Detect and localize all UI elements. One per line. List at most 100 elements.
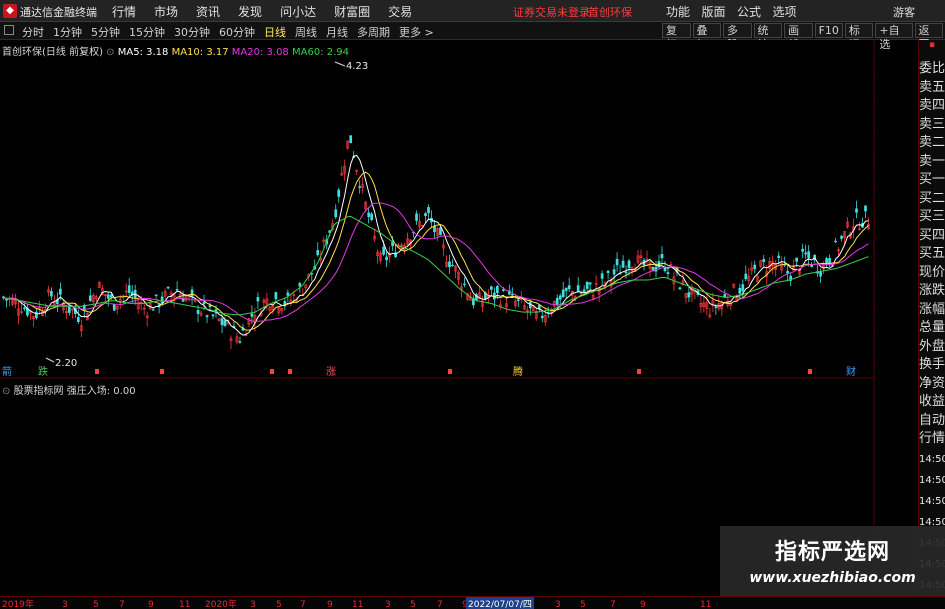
candle-body <box>510 293 514 296</box>
menu-item-market[interactable]: 市场 <box>154 3 178 20</box>
menu-item-discover[interactable]: 发现 <box>238 3 262 20</box>
signal-marker: 腾 <box>513 365 523 378</box>
candle-body <box>558 295 562 300</box>
tab-15min[interactable]: 15分钟 <box>129 24 165 40</box>
side-tab-item[interactable]: 买四 <box>919 227 945 246</box>
side-tab-item[interactable]: 行情 <box>919 430 945 449</box>
tab-multi-period[interactable]: 多周期 <box>357 24 390 40</box>
tab-timeshare[interactable]: 分时 <box>22 24 44 40</box>
overlay-button[interactable]: 叠加 <box>692 23 722 51</box>
candlestick-series <box>2 135 870 350</box>
guest-label[interactable]: 游客 <box>893 4 915 20</box>
candle-body <box>777 255 781 258</box>
side-tab-item[interactable]: 14:50 <box>919 449 945 470</box>
time-axis-label: 11 <box>700 600 711 609</box>
candle-body <box>211 314 215 317</box>
menu-item-trade[interactable]: 交易 <box>388 3 412 20</box>
ma-lines <box>3 154 869 336</box>
candle-body <box>334 209 338 218</box>
candle-body <box>582 289 586 293</box>
candle-body <box>561 289 565 298</box>
candle-body <box>801 248 805 252</box>
candle-body <box>576 285 580 292</box>
side-tab-item[interactable]: 14:50 <box>919 491 945 512</box>
side-tab-item[interactable]: 买一 <box>919 171 945 190</box>
multi-stock-button[interactable]: 多股 <box>723 23 752 51</box>
side-tab-item[interactable]: 委比 <box>919 60 945 79</box>
side-tab-item[interactable]: 买五 <box>919 245 945 264</box>
kline-chart[interactable]: 4.204.003.803.603.403.203.002.802.602.40… <box>0 40 875 596</box>
candle-body <box>439 227 442 236</box>
rights-adjust-button[interactable]: 复权 <box>662 23 691 51</box>
settings-icon[interactable]: ⊙ <box>106 47 118 58</box>
side-tab-item[interactable]: 卖三 <box>919 116 945 135</box>
menu-item-layout[interactable]: 版面 <box>702 5 726 19</box>
side-tab-item[interactable]: 卖四 <box>919 97 945 116</box>
menu-item-wealth[interactable]: 财富圈 <box>334 3 370 20</box>
candle-body <box>588 282 592 285</box>
time-axis-label: 3 <box>62 600 68 609</box>
time-axis[interactable]: 2019年 3 5 7 9 11 2020年 3 5 7 9 11 3 5 7 9 11 2022/07/07/四… <box>0 596 945 609</box>
panel-corner-badge: ▪ <box>928 40 936 50</box>
candle-body <box>76 317 80 323</box>
menu-item-quotes[interactable]: 行情 <box>112 3 136 20</box>
side-tab-item[interactable]: 买三 <box>919 208 945 227</box>
add-watchlist-button[interactable]: +自选 <box>875 23 913 51</box>
menu-item-news[interactable]: 资讯 <box>196 3 220 20</box>
candle-body <box>496 286 499 293</box>
tab-1min[interactable]: 1分钟 <box>53 24 82 40</box>
time-axis-label: 5 <box>93 600 99 609</box>
side-tab-item[interactable]: 卖一 <box>919 153 945 172</box>
side-tab-item[interactable]: 买二 <box>919 190 945 209</box>
tab-5min[interactable]: 5分钟 <box>91 24 120 40</box>
tab-weekly[interactable]: 周线 <box>295 24 317 40</box>
tab-30min[interactable]: 30分钟 <box>174 24 210 40</box>
side-tab-item[interactable]: 换手 <box>919 356 945 375</box>
time-axis-label: 5 <box>276 600 282 609</box>
tab-60min[interactable]: 60分钟 <box>219 24 255 40</box>
candle-body <box>678 287 682 290</box>
candle-body <box>238 341 242 343</box>
quote-side-panel: ▪ 委比 卖五 卖四 卖三 卖二 卖一 买一 买二 买三 买四 买五 现价 涨跌 涨幅 总量 外盘 换手 净资 收益… <box>918 40 945 596</box>
candle-body <box>205 315 209 318</box>
candle-body <box>175 288 179 291</box>
side-tab-item[interactable]: 自动 <box>919 412 945 431</box>
time-axis-label: 11 <box>352 600 363 609</box>
candle-body <box>762 258 766 262</box>
tab-more[interactable]: 更多 > <box>399 24 434 40</box>
side-tab-item[interactable]: 外盘 <box>919 338 945 357</box>
tab-monthly[interactable]: 月线 <box>326 24 348 40</box>
menu-item-function[interactable]: 功能 <box>666 5 690 19</box>
tab-daily[interactable]: 日线 <box>264 24 286 40</box>
side-tab-item[interactable]: 现价 <box>919 264 945 283</box>
stock-title: 首创环保(日线 前复权) <box>2 47 103 58</box>
time-axis-label: 3 <box>385 600 391 609</box>
signal-dot <box>288 369 292 374</box>
menu-item-ask[interactable]: 问小达 <box>280 3 316 20</box>
side-tab-item[interactable]: 14:50 <box>919 470 945 491</box>
side-tab-item[interactable]: 收益 <box>919 393 945 412</box>
draw-line-button[interactable]: 画线 <box>784 23 813 51</box>
time-axis-label: 3 <box>250 600 256 609</box>
side-tab-item[interactable]: 卖五 <box>919 79 945 98</box>
candle-body <box>316 250 320 256</box>
panel-toggle-icon[interactable] <box>4 25 14 35</box>
statistics-button[interactable]: 统计 <box>753 23 783 51</box>
menu-item-formula[interactable]: 公式 <box>737 5 761 19</box>
side-tab-item[interactable]: 总量 <box>919 319 945 338</box>
candle-body <box>244 334 248 337</box>
side-tab-item[interactable]: 涨幅 <box>919 301 945 320</box>
login-notice[interactable]: 证券交易未登录 <box>513 4 590 20</box>
mark-button[interactable]: 标记 <box>844 23 874 51</box>
candle-body <box>367 212 371 217</box>
f10-button[interactable]: F10 <box>814 23 843 38</box>
side-tab-item[interactable]: 涨跌 <box>919 282 945 301</box>
candle-body <box>127 285 131 293</box>
menu-item-options[interactable]: 选项 <box>773 5 797 19</box>
indicator-settings-icon[interactable]: ⊙ <box>2 386 14 397</box>
side-tab-item[interactable]: 卖二 <box>919 134 945 153</box>
side-tab-item[interactable]: 净资 <box>919 375 945 394</box>
time-axis-label: 9 <box>148 600 154 609</box>
time-axis-label: 7 <box>610 600 616 609</box>
back-button[interactable]: 返回 <box>914 23 944 51</box>
